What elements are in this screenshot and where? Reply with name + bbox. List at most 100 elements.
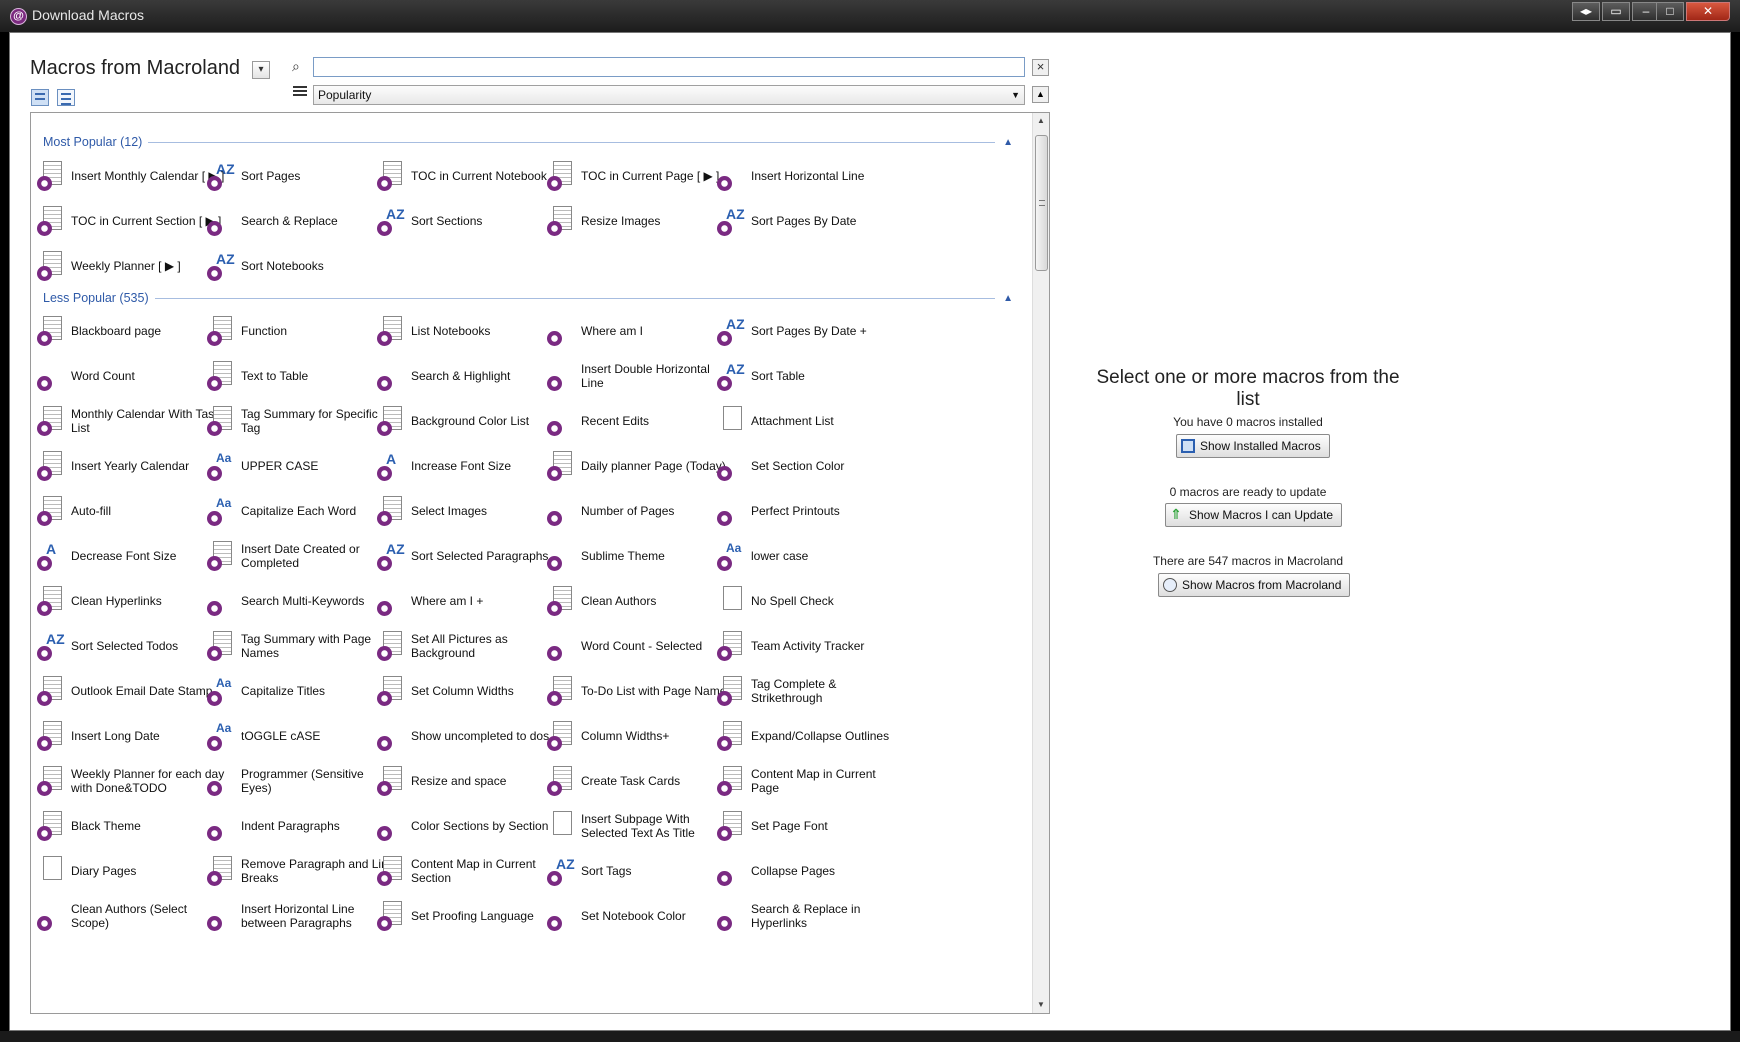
macro-item[interactable]: AZ Sort Notebooks xyxy=(207,246,395,286)
group-header-most-popular[interactable]: Most Popular (12) ▲ xyxy=(43,135,1013,149)
maximize-button[interactable]: □ xyxy=(1656,2,1684,21)
macro-item[interactable]: Insert Date Created or Completed xyxy=(207,536,395,576)
macro-item[interactable]: Sublime Theme xyxy=(547,536,735,576)
clear-search-button[interactable]: × xyxy=(1032,59,1049,76)
macro-item[interactable]: AZ Sort Table xyxy=(717,356,905,396)
macro-item[interactable]: Tag Summary with Page Names xyxy=(207,626,395,666)
pin-button[interactable]: ▭ xyxy=(1602,2,1630,21)
macro-item[interactable]: To-Do List with Page Names xyxy=(547,671,735,711)
macro-item[interactable]: Perfect Printouts xyxy=(717,491,905,531)
macro-item[interactable]: Where am I + xyxy=(377,581,565,621)
macro-item[interactable]: Attachment List xyxy=(717,401,905,441)
macro-item[interactable]: Daily planner Page (Today) xyxy=(547,446,735,486)
macro-item[interactable]: Tag Summary for Specific Tag xyxy=(207,401,395,441)
macro-item[interactable]: TOC in Current Section [ ▶ ] xyxy=(37,201,225,241)
macro-item[interactable]: Show uncompleted to dos xyxy=(377,716,565,756)
macro-item[interactable]: Word Count - Selected xyxy=(547,626,735,666)
macro-item[interactable]: Remove Paragraph and Line Breaks xyxy=(207,851,395,891)
macro-item[interactable]: Set All Pictures as Background xyxy=(377,626,565,666)
macro-item[interactable]: Clean Authors (Select Scope) xyxy=(37,896,225,936)
macro-item[interactable]: Aa tOGGLE cASE xyxy=(207,716,395,756)
macro-item[interactable]: Where am I xyxy=(547,311,735,351)
macro-item[interactable]: Column Widths+ xyxy=(547,716,735,756)
macro-item[interactable]: List Notebooks xyxy=(377,311,565,351)
macro-item[interactable]: Outlook Email Date Stamp xyxy=(37,671,225,711)
macro-item[interactable]: Select Images xyxy=(377,491,565,531)
macro-item[interactable]: Expand/Collapse Outlines xyxy=(717,716,905,756)
scroll-up-arrow[interactable]: ▲ xyxy=(1033,113,1049,129)
chevron-up-icon[interactable]: ▲ xyxy=(1003,293,1013,304)
macro-item[interactable]: AZ Sort Tags xyxy=(547,851,735,891)
group-header-less-popular[interactable]: Less Popular (535) ▲ xyxy=(43,291,1013,305)
macro-item[interactable]: Clean Authors xyxy=(547,581,735,621)
macro-item[interactable]: Set Section Color xyxy=(717,446,905,486)
macro-item[interactable]: Weekly Planner for each day with Done&TO… xyxy=(37,761,225,801)
macro-item[interactable]: AZ Sort Selected Paragraphs xyxy=(377,536,565,576)
macro-item[interactable]: Resize Images xyxy=(547,201,735,241)
macro-item[interactable]: Insert Monthly Calendar [ ▶ ] xyxy=(37,156,225,196)
macro-item[interactable]: Blackboard page xyxy=(37,311,225,351)
list-scrollbar[interactable]: ▲ ▼ xyxy=(1032,113,1049,1013)
macro-item[interactable]: A Decrease Font Size xyxy=(37,536,225,576)
macro-item[interactable]: Number of Pages xyxy=(547,491,735,531)
restore-layout-button[interactable]: ◂▸ xyxy=(1572,2,1600,21)
macro-item[interactable]: Aa UPPER CASE xyxy=(207,446,395,486)
macro-item[interactable]: Set Column Widths xyxy=(377,671,565,711)
macro-item[interactable]: Color Sections by Section xyxy=(377,806,565,846)
scroll-thumb[interactable] xyxy=(1035,135,1048,271)
show-macroland-button[interactable]: Show Macros from Macroland xyxy=(1158,573,1351,597)
macro-item[interactable]: Aa Capitalize Titles xyxy=(207,671,395,711)
macro-item[interactable]: Set Proofing Language xyxy=(377,896,565,936)
scroll-down-arrow[interactable]: ▼ xyxy=(1033,997,1049,1013)
macro-item[interactable]: Search & Replace xyxy=(207,201,395,241)
macro-item[interactable]: Team Activity Tracker xyxy=(717,626,905,666)
macro-item[interactable]: Content Map in Current Page xyxy=(717,761,905,801)
macro-item[interactable]: Insert Subpage With Selected Text As Tit… xyxy=(547,806,735,846)
show-installed-button[interactable]: Show Installed Macros xyxy=(1176,434,1330,458)
macro-item[interactable]: Collapse Pages xyxy=(717,851,905,891)
macro-item[interactable]: Search & Highlight xyxy=(377,356,565,396)
search-input[interactable] xyxy=(313,57,1025,77)
macro-item[interactable]: Background Color List xyxy=(377,401,565,441)
macro-item[interactable]: Weekly Planner [ ▶ ] xyxy=(37,246,225,286)
macro-item[interactable]: AZ Sort Sections xyxy=(377,201,565,241)
macro-item[interactable]: Black Theme xyxy=(37,806,225,846)
macro-item[interactable]: Resize and space xyxy=(377,761,565,801)
macro-item[interactable]: Word Count xyxy=(37,356,225,396)
macro-item[interactable]: AZ Sort Pages By Date + xyxy=(717,311,905,351)
macro-item[interactable]: AZ Sort Pages By Date xyxy=(717,201,905,241)
macro-item[interactable]: Insert Horizontal Line xyxy=(717,156,905,196)
macro-item[interactable]: Content Map in Current Section xyxy=(377,851,565,891)
macro-item[interactable]: Search Multi-Keywords xyxy=(207,581,395,621)
show-updates-button[interactable]: ⇑ Show Macros I can Update xyxy=(1165,503,1343,527)
macro-item[interactable]: Insert Double Horizontal Line xyxy=(547,356,735,396)
macro-item[interactable]: Diary Pages xyxy=(37,851,225,891)
macro-item[interactable]: Programmer (Sensitive Eyes) xyxy=(207,761,395,801)
macro-item[interactable]: Aa Capitalize Each Word xyxy=(207,491,395,531)
macro-item[interactable]: Auto-fill xyxy=(37,491,225,531)
macro-item[interactable]: Create Task Cards xyxy=(547,761,735,801)
macro-list[interactable]: Most Popular (12) ▲ Less Popular (535) ▲… xyxy=(30,112,1050,1014)
collapse-all-button[interactable]: ▲ xyxy=(1032,86,1049,103)
macro-item[interactable]: Clean Hyperlinks xyxy=(37,581,225,621)
macro-item[interactable]: Insert Long Date xyxy=(37,716,225,756)
macro-item[interactable]: TOC in Current Notebook xyxy=(377,156,565,196)
macro-item[interactable]: TOC in Current Page [ ▶ ] xyxy=(547,156,735,196)
macro-item[interactable]: Function xyxy=(207,311,395,351)
chevron-up-icon[interactable]: ▲ xyxy=(1003,137,1013,148)
macro-item[interactable]: Search & Replace in Hyperlinks xyxy=(717,896,905,936)
macro-item[interactable]: Insert Yearly Calendar xyxy=(37,446,225,486)
list-view-button[interactable] xyxy=(57,89,75,106)
macro-item[interactable]: Recent Edits xyxy=(547,401,735,441)
macro-item[interactable]: Set Page Font xyxy=(717,806,905,846)
macro-item[interactable]: Indent Paragraphs xyxy=(207,806,395,846)
macro-item[interactable]: Tag Complete & Strikethrough xyxy=(717,671,905,711)
macro-item[interactable]: AZ Sort Pages xyxy=(207,156,395,196)
close-window-button[interactable]: ✕ xyxy=(1686,2,1730,21)
sort-select[interactable]: Popularity ▼ xyxy=(313,85,1025,105)
macro-item[interactable]: AZ Sort Selected Todos xyxy=(37,626,225,666)
macro-item[interactable]: Set Notebook Color xyxy=(547,896,735,936)
macro-item[interactable]: A Increase Font Size xyxy=(377,446,565,486)
macro-item[interactable]: No Spell Check xyxy=(717,581,905,621)
macro-item[interactable]: Monthly Calendar With Task List xyxy=(37,401,225,441)
